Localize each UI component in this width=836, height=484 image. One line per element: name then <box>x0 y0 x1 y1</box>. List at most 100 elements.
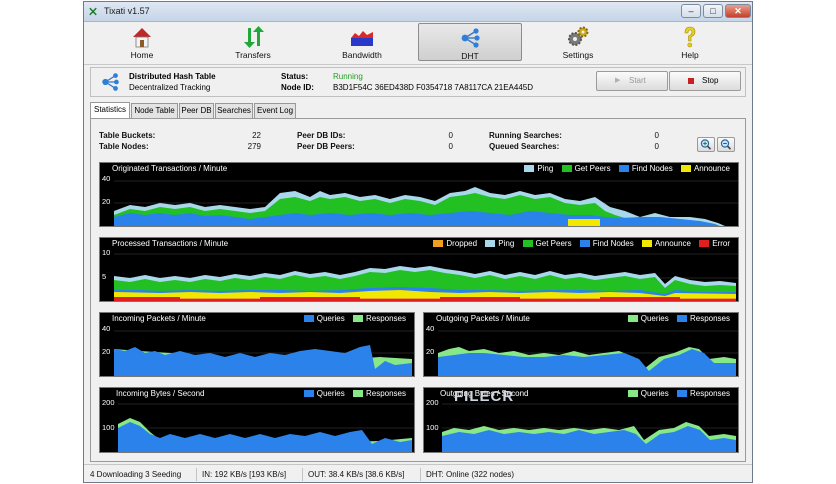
peer-db-peers-value: 0 <box>448 142 453 151</box>
y-axis-label-100: 100 <box>102 423 115 432</box>
legend-label: Announce <box>654 239 691 248</box>
help-icon <box>684 26 696 48</box>
status-value: Running <box>333 72 363 81</box>
legend-item-queries: Queries <box>627 389 669 399</box>
legend-label: Announce <box>693 164 730 173</box>
graph-legend: Queries Responses <box>622 314 730 324</box>
legend-item-get-peers: Get Peers <box>561 164 611 174</box>
dht-icon <box>461 28 480 48</box>
legend-item-responses: Responses <box>676 389 730 399</box>
stop-button-label: Stop <box>702 76 719 85</box>
legend-item-error: Error <box>699 239 730 249</box>
legend-swatch <box>561 165 572 172</box>
node-id-value: B3D1F54C 36ED438D F0354718 7A8117CA 21EA… <box>333 83 533 92</box>
legend-swatch <box>303 390 314 397</box>
legend-item-find-nodes: Find Nodes <box>618 164 673 174</box>
bandwidth-icon <box>351 31 373 46</box>
tab-peer-db[interactable]: Peer DB <box>179 103 214 118</box>
window-title: Tixati v1.57 <box>104 6 150 16</box>
table-nodes-value: 279 <box>247 142 261 151</box>
y-axis-label-20: 20 <box>102 197 111 206</box>
toolbar-label: DHT <box>461 51 479 61</box>
y-axis-label-40: 40 <box>426 324 435 333</box>
stop-button[interactable]: Stop <box>669 71 741 91</box>
toolbar-settings-button[interactable]: Settings <box>526 23 630 61</box>
legend-item-ping: Ping <box>524 164 553 174</box>
legend-item-find-nodes: Find Nodes <box>579 239 634 249</box>
graph-legend: Queries Responses <box>622 389 730 399</box>
toolbar-help-button[interactable]: Help <box>638 23 742 61</box>
toolbar-dht-button[interactable]: DHT <box>418 23 522 61</box>
legend-swatch <box>641 240 652 247</box>
y-axis-label-40: 40 <box>102 324 111 333</box>
status-transfers: 4 Downloading 3 Seeding <box>90 470 182 479</box>
y-axis-label-20: 20 <box>102 347 111 356</box>
legend-label: Error <box>712 239 730 248</box>
legend-swatch <box>352 315 363 322</box>
title-bar[interactable]: ⨯ Tixati v1.57 – □ ✕ <box>84 2 752 22</box>
y-axis-label-200: 200 <box>426 398 439 407</box>
legend-swatch <box>680 165 691 172</box>
legend-item-queries: Queries <box>303 389 345 399</box>
tab-searches[interactable]: Searches <box>215 103 253 118</box>
status-bar: 4 Downloading 3 Seeding IN: 192 KB/s [19… <box>84 464 752 482</box>
zoom-out-button[interactable] <box>717 137 735 152</box>
status-label: Status: <box>281 72 309 81</box>
start-button-label: Start <box>629 76 646 85</box>
legend-item-announce: Announce <box>680 164 730 174</box>
zoom-in-button[interactable] <box>697 137 715 152</box>
legend-label: Dropped <box>446 239 478 248</box>
minimize-button[interactable]: – <box>681 4 701 18</box>
toolbar-transfers-button[interactable]: Transfers <box>201 23 305 61</box>
legend-label: Queries <box>640 389 669 398</box>
legend-item-responses: Responses <box>352 389 406 399</box>
gridlines <box>118 403 414 429</box>
legend-label: Responses <box>689 314 730 323</box>
legend-swatch <box>522 240 533 247</box>
toolbar-home-button[interactable]: Home <box>90 23 194 61</box>
y-axis-label-200: 200 <box>102 398 115 407</box>
graph-legend: Queries Responses <box>298 314 406 324</box>
start-button[interactable]: ▶ Start <box>596 71 668 91</box>
play-icon: ▶ <box>615 77 621 84</box>
status-divider <box>196 468 197 481</box>
watermark: FILECR <box>454 388 515 405</box>
tab-event-log[interactable]: Event Log <box>254 103 296 118</box>
graph-title: Processed Transactions / Minute <box>112 239 229 248</box>
maximize-button[interactable]: □ <box>703 4 723 18</box>
legend-label: Queries <box>316 314 345 323</box>
legend-label: Ping <box>498 239 515 248</box>
legend-item-dropped: Dropped <box>433 239 477 249</box>
toolbar-bandwidth-button[interactable]: Bandwidth <box>310 23 414 61</box>
running-searches-label: Running Searches: <box>489 131 562 140</box>
legend-swatch <box>485 240 496 247</box>
app-window: ⨯ Tixati v1.57 – □ ✕ Home Transfers Band… <box>83 1 753 483</box>
legend-item-ping: Ping <box>485 239 514 249</box>
legend-swatch <box>579 240 590 247</box>
tab-node-table[interactable]: Node Table <box>131 103 178 118</box>
legend-label: Get Peers <box>535 239 572 248</box>
dht-title: Distributed Hash Table <box>129 72 216 81</box>
stop-icon <box>688 78 694 84</box>
graph-title: Incoming Packets / Minute <box>112 314 206 323</box>
zoom-out-icon <box>720 139 732 150</box>
node-id-label: Node ID: <box>281 83 314 92</box>
graph-outgoing-packets: Outgoing Packets / Minute 40 20 Queries … <box>423 312 739 377</box>
status-outgoing: OUT: 38.4 KB/s [38.6 KB/s] <box>308 470 405 479</box>
legend-label: Queries <box>640 314 669 323</box>
running-searches-value: 0 <box>654 131 659 140</box>
peer-db-peers-label: Peer DB Peers: <box>297 142 355 151</box>
toolbar-label: Bandwidth <box>342 50 382 60</box>
tab-statistics[interactable]: Statistics <box>90 102 130 118</box>
queued-searches-label: Queued Searches: <box>489 142 560 151</box>
home-icon <box>133 28 151 48</box>
close-button[interactable]: ✕ <box>725 4 751 18</box>
graph-incoming-packets: Incoming Packets / Minute 40 20 Queries … <box>99 312 415 377</box>
legend-swatch <box>303 315 314 322</box>
legend-item-responses: Responses <box>352 314 406 324</box>
toolbar-label: Transfers <box>235 50 271 60</box>
graph-title: Incoming Bytes / Second <box>116 389 205 398</box>
graph-title: Outgoing Packets / Minute <box>436 314 530 323</box>
area-queries <box>114 345 412 376</box>
legend-label: Responses <box>365 314 406 323</box>
